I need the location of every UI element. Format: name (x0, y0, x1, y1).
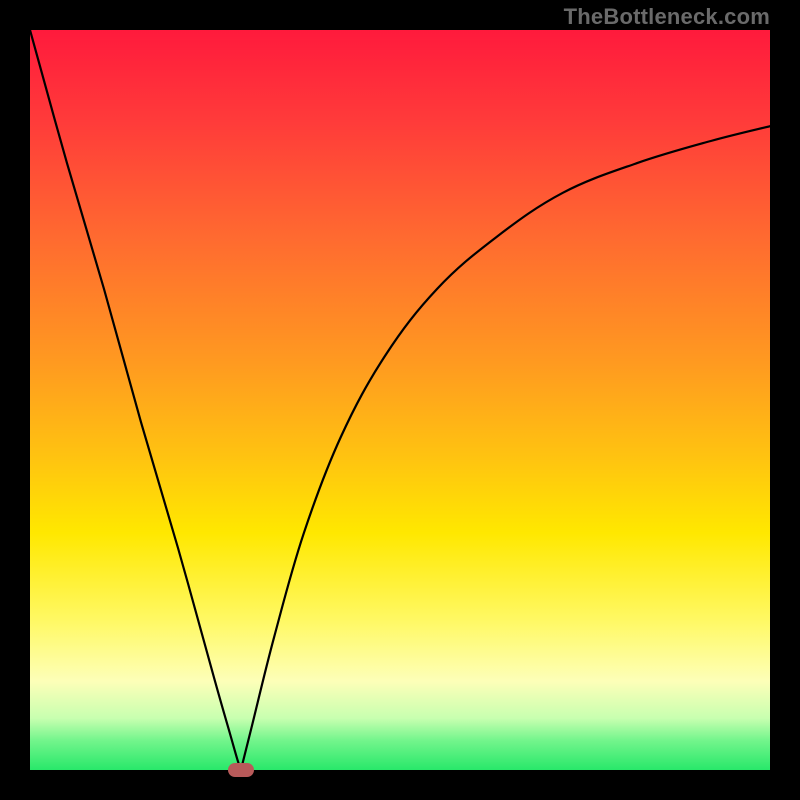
chart-curve-svg (30, 30, 770, 770)
chart-frame: TheBottleneck.com (0, 0, 800, 800)
bottleneck-curve (30, 30, 770, 770)
minimum-marker (228, 763, 254, 777)
chart-plot-area (30, 30, 770, 770)
watermark-text: TheBottleneck.com (564, 4, 770, 30)
